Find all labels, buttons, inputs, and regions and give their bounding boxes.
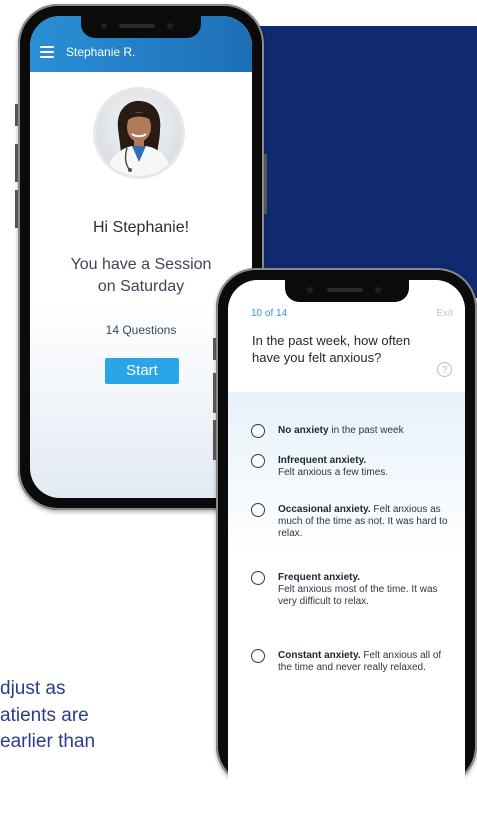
question-text: In the past week, how often have you fel… [252,333,411,365]
question-screen: 10 of 14 Exit In the past week, how ofte… [228,280,465,816]
help-question-icon[interactable]: ? [437,362,452,377]
marketing-text: djust as atients are earlier than [0,676,200,756]
option-label: Constant anxiety. Felt anxious all of th… [278,650,442,673]
marketing-text-line: earlier than [0,731,96,752]
session-line: You have a Session [70,256,212,273]
radio-button-icon[interactable] [251,649,265,663]
phone-side-button [264,154,267,214]
phone-side-button [213,373,216,413]
marketing-text-line: atients are [0,704,89,726]
doctor-avatar [93,87,185,179]
phone-question-screen: 10 of 14 Exit In the past week, how ofte… [213,268,477,816]
exit-button[interactable]: Exit [436,308,453,319]
doctor-portrait-icon [96,90,182,176]
phone-side-button [15,104,18,126]
radio-button-icon[interactable] [251,503,265,517]
start-button[interactable]: Start [105,358,179,384]
marketing-text-line: djust as [0,678,66,699]
camera-dot-icon [101,23,107,29]
camera-icon [374,287,381,293]
navy-background-panel [258,26,477,298]
hamburger-menu-icon[interactable] [40,46,54,58]
header-user-name: Stephanie R. [66,45,136,59]
option-label: Frequent anxiety. Felt anxious most of th… [278,572,438,607]
speaker-grille [326,288,363,292]
phone-side-button [213,420,216,460]
phone-side-button [15,190,18,228]
camera-icon [167,23,173,29]
radio-button-icon[interactable] [251,424,265,438]
option-label: Infrequent anxiety. Felt anxious a few ti… [278,455,389,478]
camera-dot-icon [306,287,313,293]
option-label: No anxiety in the past week [278,425,404,436]
phone-side-button [15,144,18,182]
radio-button-icon[interactable] [251,571,265,585]
phone-side-button [213,338,216,360]
speaker-grille [119,24,155,28]
greeting-text: Hi Stephanie! [92,219,190,236]
progress-indicator: 10 of 14 [251,308,288,319]
radio-button-icon[interactable] [251,454,265,468]
phone-notch [284,280,409,302]
option-label: Occasional anxiety. Felt anxious as much… [278,504,448,539]
phone-notch [81,16,201,38]
